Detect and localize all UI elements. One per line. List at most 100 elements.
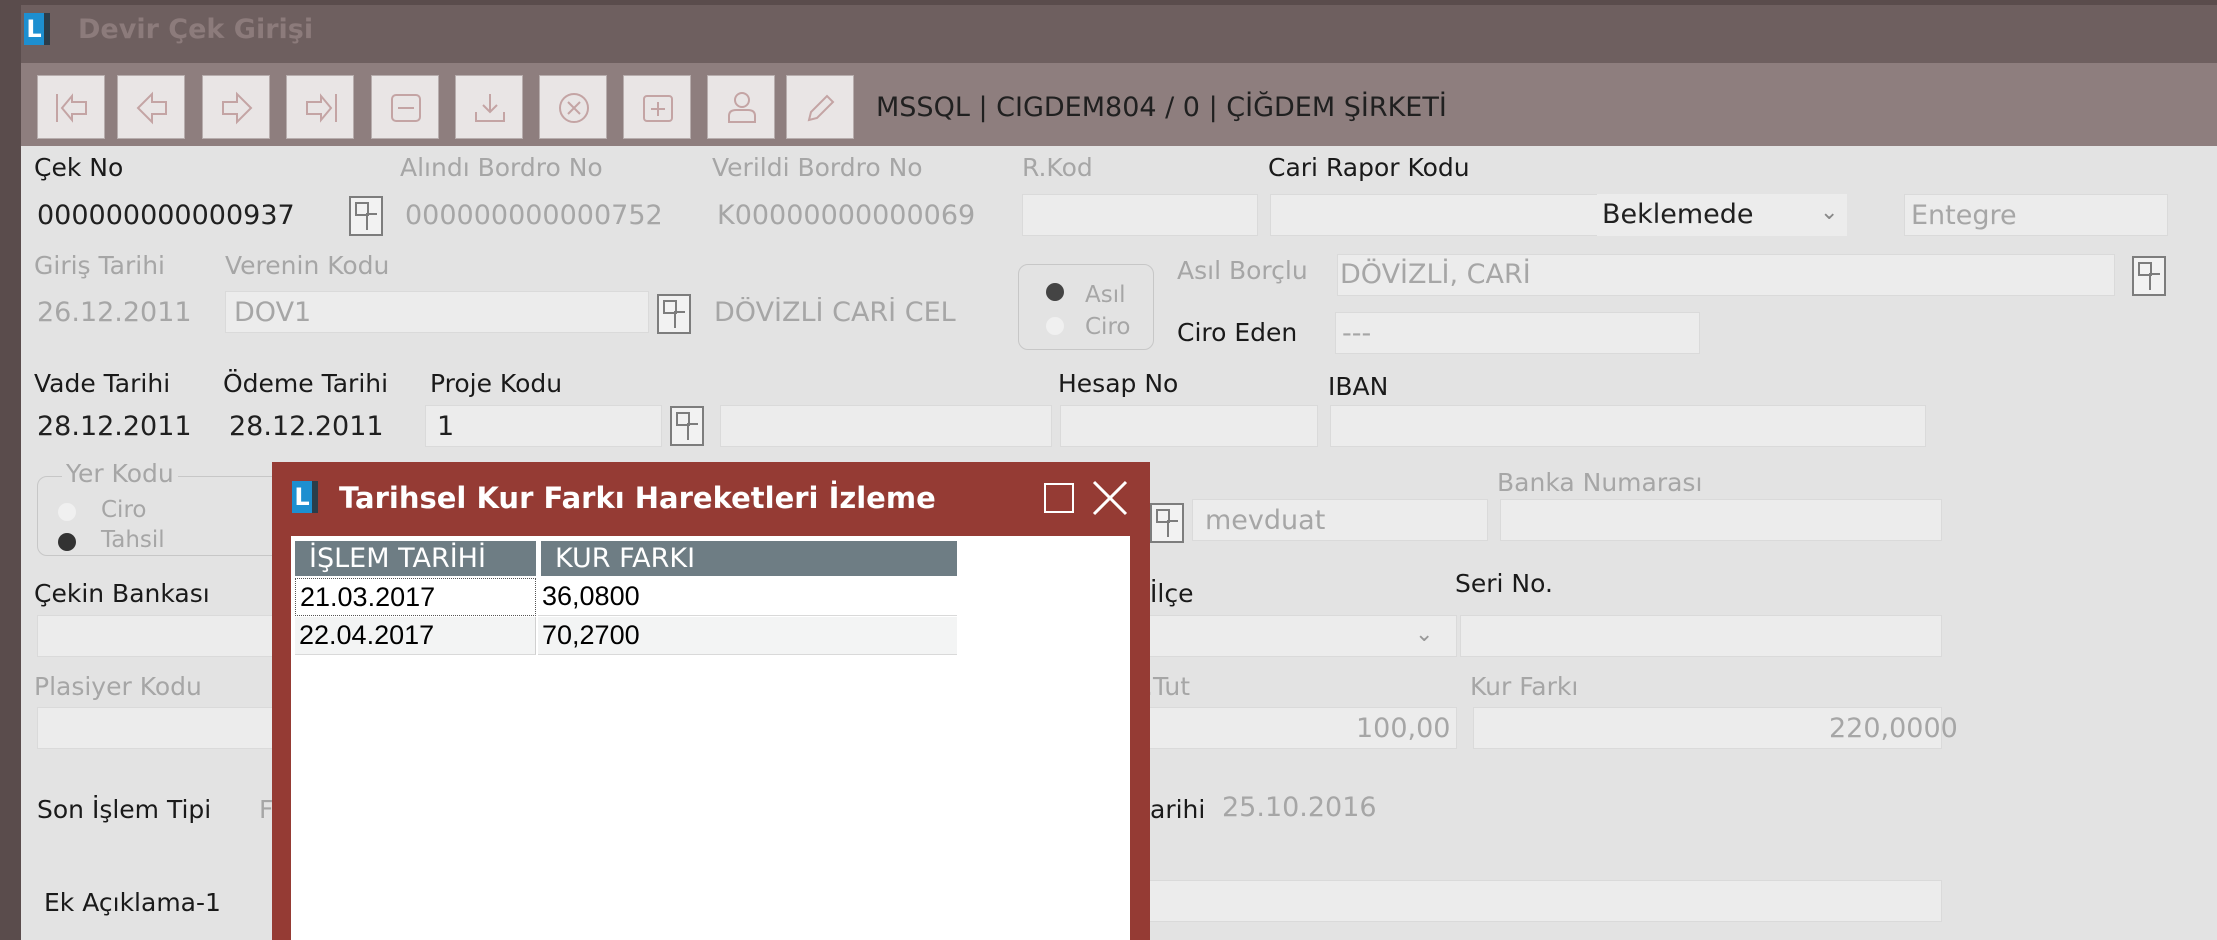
vade-tarihi-label: Vade Tarihi xyxy=(34,369,171,398)
cek-no-lookup-button[interactable] xyxy=(349,196,383,236)
cancel-icon xyxy=(559,93,589,123)
last-record-icon xyxy=(306,93,337,123)
yer-ciro-radio[interactable] xyxy=(58,503,76,521)
ciro-eden-value: --- xyxy=(1342,318,1372,349)
entegre-value: Entegre xyxy=(1911,200,2017,231)
proje-kodu-lookup-button[interactable] xyxy=(670,406,704,446)
verenin-kodu-label: Verenin Kodu xyxy=(225,251,390,280)
table-cell-kur-farki[interactable]: 70,2700 xyxy=(538,617,957,655)
seri-no-field[interactable] xyxy=(1460,615,1942,657)
ciro-label: Ciro xyxy=(1085,314,1131,340)
hesap-no-label: Hesap No xyxy=(1058,369,1179,398)
giris-tarihi-field[interactable]: 26.12.2011 xyxy=(37,297,192,328)
banka-numarasi-label: Banka Numarası xyxy=(1497,468,1703,497)
verildi-bordro-no-field[interactable]: K00000000000069 xyxy=(717,200,975,231)
alindi-bordro-no-field[interactable]: 000000000000752 xyxy=(405,200,663,231)
odeme-tarihi-field[interactable]: 28.12.2011 xyxy=(229,411,384,442)
durum-select[interactable]: Beklemede ⌄ xyxy=(1597,194,1847,236)
alindi-bordro-no-label: Alındı Bordro No xyxy=(400,153,603,182)
yer-tahsil-radio[interactable] xyxy=(58,533,76,551)
proje-kodu-value: 1 xyxy=(437,411,455,442)
table-cell-tarih[interactable]: 21.03.2017 xyxy=(295,578,536,616)
title-bar xyxy=(21,5,2217,63)
verenin-kodu-field[interactable]: DOV1 xyxy=(225,291,649,333)
vade-tarihi-field[interactable]: 28.12.2011 xyxy=(37,411,192,442)
next-record-button[interactable] xyxy=(202,75,270,139)
yer-ciro-label: Ciro xyxy=(101,497,147,523)
r-kod-field[interactable] xyxy=(1022,194,1258,236)
first-record-icon xyxy=(56,93,87,123)
verenin-kodu-value: DOV1 xyxy=(234,297,312,328)
proje-adi-field[interactable] xyxy=(720,405,1052,447)
dialog-logo-icon: L xyxy=(292,481,318,513)
first-record-button[interactable] xyxy=(37,75,105,139)
yer-kodu-label: Yer Kodu xyxy=(62,459,178,488)
close-icon xyxy=(1092,480,1128,516)
iban-field[interactable] xyxy=(1330,405,1926,447)
kur-farki-value: 220,0000 xyxy=(1829,713,1958,744)
verenin-adi: DÖVİZLİ CARİ CEL xyxy=(714,297,956,328)
plasiyer-kodu-label: Plasiyer Kodu xyxy=(34,672,202,701)
kur-farki-label: Kur Farkı xyxy=(1470,672,1579,701)
entegre-field[interactable]: Entegre xyxy=(1904,194,2168,236)
new-record-button[interactable] xyxy=(623,75,691,139)
banka-numarasi-field[interactable] xyxy=(1500,499,1942,541)
iban-label: IBAN xyxy=(1328,372,1389,401)
close-button[interactable] xyxy=(1090,478,1130,518)
tutar-label: .Tut xyxy=(1145,672,1191,701)
list-icon xyxy=(391,94,421,122)
edit-button[interactable] xyxy=(786,75,854,139)
giris-tarihi-label: Giriş Tarihi xyxy=(34,251,165,280)
maximize-icon[interactable] xyxy=(1044,483,1074,513)
column-header-kur-farki[interactable]: KUR FARKI xyxy=(539,541,957,576)
dialog-title: Tarihsel Kur Farkı Hareketleri İzleme xyxy=(339,481,936,515)
hesap-tipi-field[interactable]: mevduat xyxy=(1192,499,1488,541)
son-islem-tarihi-label: arihi xyxy=(1150,795,1206,824)
r-kod-label: R.Kod xyxy=(1022,153,1093,182)
cek-no-field[interactable]: 000000000000937 xyxy=(37,200,295,231)
tutar-value: 100,00 xyxy=(1356,713,1451,744)
cekin-bankasi-label: Çekin Bankası xyxy=(34,579,210,608)
cancel-button[interactable] xyxy=(539,75,607,139)
asil-label: Asıl xyxy=(1085,282,1126,308)
kur-farki-field[interactable]: 220,0000 xyxy=(1473,707,1958,749)
asil-borclu-lookup-button[interactable] xyxy=(2132,256,2166,296)
cari-rapor-kodu-field[interactable] xyxy=(1270,194,1600,236)
son-islem-tarihi-value: 25.10.2016 xyxy=(1222,792,1377,823)
download-button[interactable] xyxy=(455,75,523,139)
last-record-button[interactable] xyxy=(286,75,354,139)
next-record-icon xyxy=(222,91,253,125)
asil-borclu-value: DÖVİZLİ, CARİ xyxy=(1340,259,1531,290)
download-icon xyxy=(475,94,505,122)
cek-no-label: Çek No xyxy=(34,153,124,182)
ciro-eden-field[interactable]: --- xyxy=(1335,312,1700,354)
user-icon xyxy=(728,92,756,123)
durum-value: Beklemede xyxy=(1602,199,1754,230)
column-header-islem-tarihi[interactable]: İŞLEM TARİHİ xyxy=(295,541,536,576)
table-cell-kur-farki[interactable]: 36,0800 xyxy=(538,578,957,616)
hesap-tipi-lookup-button[interactable] xyxy=(1150,503,1184,543)
proje-kodu-field[interactable]: 1 xyxy=(425,405,662,447)
ek-aciklama-1-field[interactable] xyxy=(1145,880,1942,922)
ciro-eden-label: Ciro Eden xyxy=(1177,318,1298,347)
asil-borclu-label: Asıl Borçlu xyxy=(1177,256,1308,285)
hesap-tipi-value: mevduat xyxy=(1205,505,1326,536)
table-cell-tarih[interactable]: 22.04.2017 xyxy=(295,617,536,655)
chevron-down-icon: ⌄ xyxy=(1415,622,1434,647)
window-title: Devir Çek Girişi xyxy=(78,14,314,45)
ciro-radio[interactable] xyxy=(1046,317,1064,335)
cari-rapor-kodu-label: Cari Rapor Kodu xyxy=(1268,153,1470,182)
odeme-tarihi-label: Ödeme Tarihi xyxy=(223,369,389,398)
app-logo-icon: L xyxy=(24,13,50,45)
user-button[interactable] xyxy=(707,75,775,139)
verenin-kodu-lookup-button[interactable] xyxy=(657,294,691,334)
ek-aciklama-1-label: Ek Açıklama-1 xyxy=(44,888,221,917)
hesap-no-field[interactable] xyxy=(1060,405,1318,447)
asil-borclu-field[interactable]: DÖVİZLİ, CARİ xyxy=(1337,254,2115,296)
chevron-down-icon: ⌄ xyxy=(1820,200,1839,225)
list-button[interactable] xyxy=(371,75,439,139)
asil-radio[interactable] xyxy=(1046,283,1064,301)
previous-record-button[interactable] xyxy=(117,75,185,139)
proje-kodu-label: Proje Kodu xyxy=(430,369,563,398)
ilce-label: İlçe xyxy=(1150,579,1194,608)
